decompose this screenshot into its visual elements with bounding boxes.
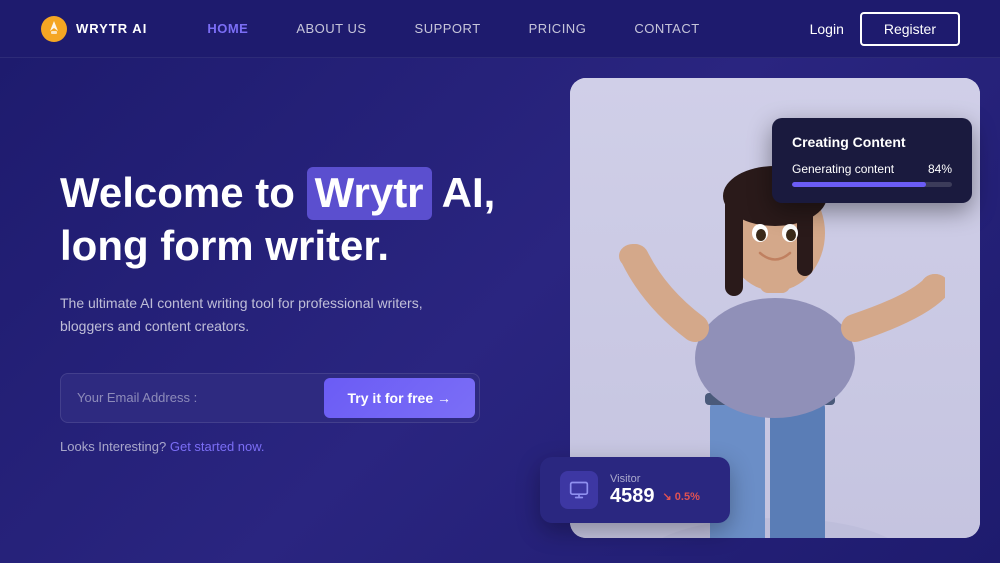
visitor-info: Visitor 4589 ↘ 0.5% [610, 473, 700, 508]
hero-section: Welcome to Wrytr AI, long form writer. T… [0, 58, 1000, 563]
login-button[interactable]: Login [810, 21, 844, 37]
progress-percent: 84% [928, 162, 952, 176]
hero-note: Looks Interesting? Get started now. [60, 439, 540, 454]
progress-bar-fill [792, 182, 926, 187]
nav-link-about[interactable]: ABOUT US [296, 21, 366, 36]
monitor-icon [560, 471, 598, 509]
title-after: AI, [442, 169, 496, 216]
creating-content-card: Creating Content Generating content 84% [772, 118, 972, 203]
email-input[interactable] [77, 382, 324, 413]
visitor-card: Visitor 4589 ↘ 0.5% [540, 457, 730, 523]
title-before: Welcome to [60, 169, 295, 216]
nav-link-pricing[interactable]: PRICING [529, 21, 587, 36]
register-button[interactable]: Register [860, 12, 960, 46]
hero-left: Welcome to Wrytr AI, long form writer. T… [0, 58, 540, 563]
note-text: Looks Interesting? [60, 439, 166, 454]
get-started-link[interactable]: Get started now. [170, 439, 265, 454]
logo-icon [40, 15, 68, 43]
logo[interactable]: WRYTR AI [40, 15, 147, 43]
visitor-label: Visitor [610, 473, 700, 485]
hero-right: Creating Content Generating content 84% … [540, 58, 1000, 563]
hero-title: Welcome to Wrytr AI, long form writer. [60, 167, 540, 272]
hero-subtitle: The ultimate AI content writing tool for… [60, 292, 440, 337]
visitor-count: 4589 [610, 485, 655, 508]
title-highlight: Wrytr [307, 167, 432, 220]
title-line2: long form writer. [60, 222, 389, 269]
try-free-button[interactable]: Try it for free → [324, 378, 475, 418]
email-form: Try it for free → [60, 373, 480, 423]
nav-actions: Login Register [810, 12, 960, 46]
creating-card-title: Creating Content [792, 134, 952, 150]
nav-link-home[interactable]: HOME [207, 21, 248, 36]
creating-card-label: Generating content 84% [792, 162, 952, 176]
logo-text: WRYTR AI [76, 21, 147, 36]
generating-label: Generating content [792, 162, 894, 176]
visitor-change: ↘ 0.5% [663, 490, 700, 503]
nav-links: HOME ABOUT US SUPPORT PRICING CONTACT [207, 21, 809, 36]
nav-link-support[interactable]: SUPPORT [415, 21, 481, 36]
nav-link-contact[interactable]: CONTACT [634, 21, 699, 36]
progress-bar-bg [792, 182, 952, 187]
navbar: WRYTR AI HOME ABOUT US SUPPORT PRICING C… [0, 0, 1000, 58]
visitor-row: 4589 ↘ 0.5% [610, 485, 700, 508]
